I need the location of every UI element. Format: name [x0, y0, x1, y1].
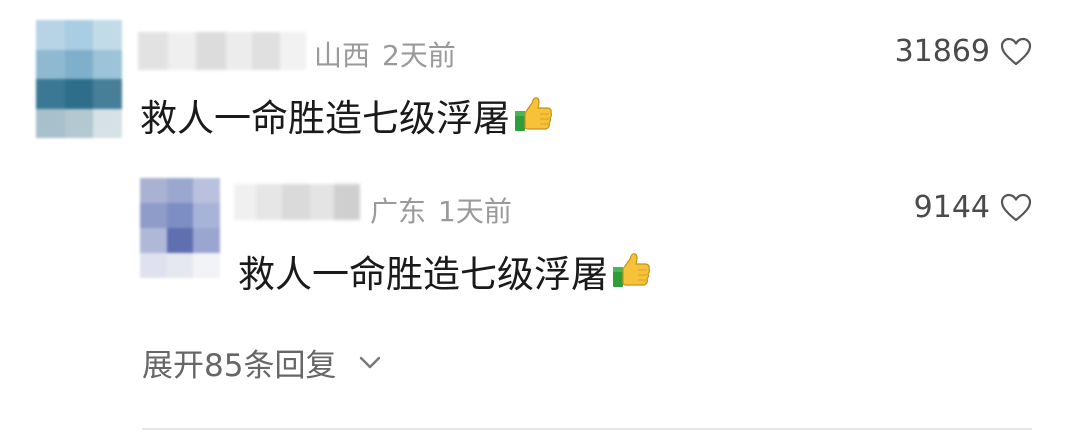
reply-avatar[interactable] [140, 178, 220, 278]
location-label: 山西 [314, 39, 371, 72]
reply-body: 救人一命胜造七级浮屠 [238, 253, 608, 296]
chevron-down-icon [360, 356, 381, 368]
comment-body: 救人一命胜造七级浮屠 [140, 97, 510, 140]
avatar[interactable] [36, 20, 122, 138]
comment-text: 救人一命胜造七级浮屠 [140, 88, 554, 142]
reply-like-count: 9144 [913, 190, 990, 225]
timestamp: 2天前 [382, 39, 456, 72]
reply-like-button[interactable]: 9144 [914, 190, 1032, 225]
reply-text: 救人一命胜造七级浮屠 [238, 244, 652, 298]
heart-icon[interactable] [1000, 37, 1032, 67]
reply-location-label: 广东 [370, 195, 427, 228]
like-count: 31869 [894, 34, 990, 69]
thumbs-up-icon [515, 97, 553, 131]
reply-timestamp: 1天前 [438, 195, 512, 228]
comment-meta: 山西 2天前 [314, 34, 456, 74]
reply-username-blurred[interactable] [234, 184, 360, 220]
username-blurred[interactable] [138, 32, 306, 70]
heart-icon[interactable] [1000, 193, 1032, 223]
like-button[interactable]: 31869 [895, 34, 1032, 69]
thumbs-up-icon [613, 253, 651, 287]
comment-thread: 山西 2天前 31869 救人一命胜造七级浮屠 广东 1天前 9144 救人一命… [0, 0, 1080, 441]
expand-replies-button[interactable]: 展开85条回复 [142, 340, 382, 385]
divider [142, 428, 1032, 430]
reply-meta: 广东 1天前 [370, 190, 512, 230]
expand-replies-label: 展开85条回复 [142, 348, 337, 384]
